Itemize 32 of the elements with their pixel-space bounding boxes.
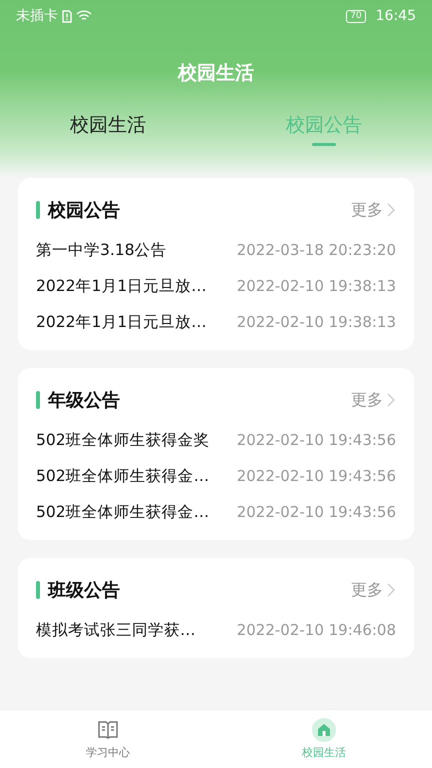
notice-title[interactable]: 模拟考试张三同学获… [36, 620, 233, 640]
accent-bar [36, 201, 40, 219]
notice-time: 2022-02-10 19:38:13 [236, 277, 396, 295]
section-title: 校园公告 [48, 199, 121, 222]
notice-time: 2022-02-10 19:43:56 [236, 467, 396, 485]
notice-time: 2022-02-10 19:38:13 [236, 313, 396, 331]
chevron-right-icon [387, 393, 396, 407]
notice-title[interactable]: 502班全体师生获得金… [36, 502, 233, 522]
section-title: 班级公告 [48, 579, 121, 602]
accent-bar [36, 391, 40, 409]
carrier-text: 未插卡 [16, 7, 58, 25]
nav-item[interactable]: 学习中心 [0, 710, 216, 768]
battery-icon: 70 [346, 10, 366, 22]
tab[interactable]: 校园生活 [0, 112, 216, 148]
notice-title[interactable]: 502班全体师生获得金… [36, 466, 233, 486]
accent-bar [36, 581, 40, 599]
notice-title[interactable]: 2022年1月1日元旦放… [36, 276, 233, 296]
notice-time: 2022-02-10 19:43:56 [236, 431, 396, 449]
section-title: 年级公告 [48, 389, 121, 412]
wifi-icon [76, 10, 92, 22]
school-icon [312, 718, 336, 742]
notice-time: 2022-03-18 20:23:20 [236, 241, 396, 259]
notice-title[interactable]: 2022年1月1日元旦放… [36, 312, 233, 332]
notice-title[interactable]: 502班全体师生获得金奖 [36, 430, 233, 450]
clock-text: 16:45 [376, 8, 416, 24]
notice-time: 2022-02-10 19:46:08 [236, 621, 396, 639]
chevron-right-icon [387, 203, 396, 217]
sim-icon [62, 10, 72, 22]
notice-time: 2022-02-10 19:43:56 [236, 503, 396, 521]
page-title: 校园生活 [176, 61, 255, 86]
notice-title[interactable]: 第一中学3.18公告 [36, 240, 233, 260]
chevron-right-icon [387, 583, 396, 597]
